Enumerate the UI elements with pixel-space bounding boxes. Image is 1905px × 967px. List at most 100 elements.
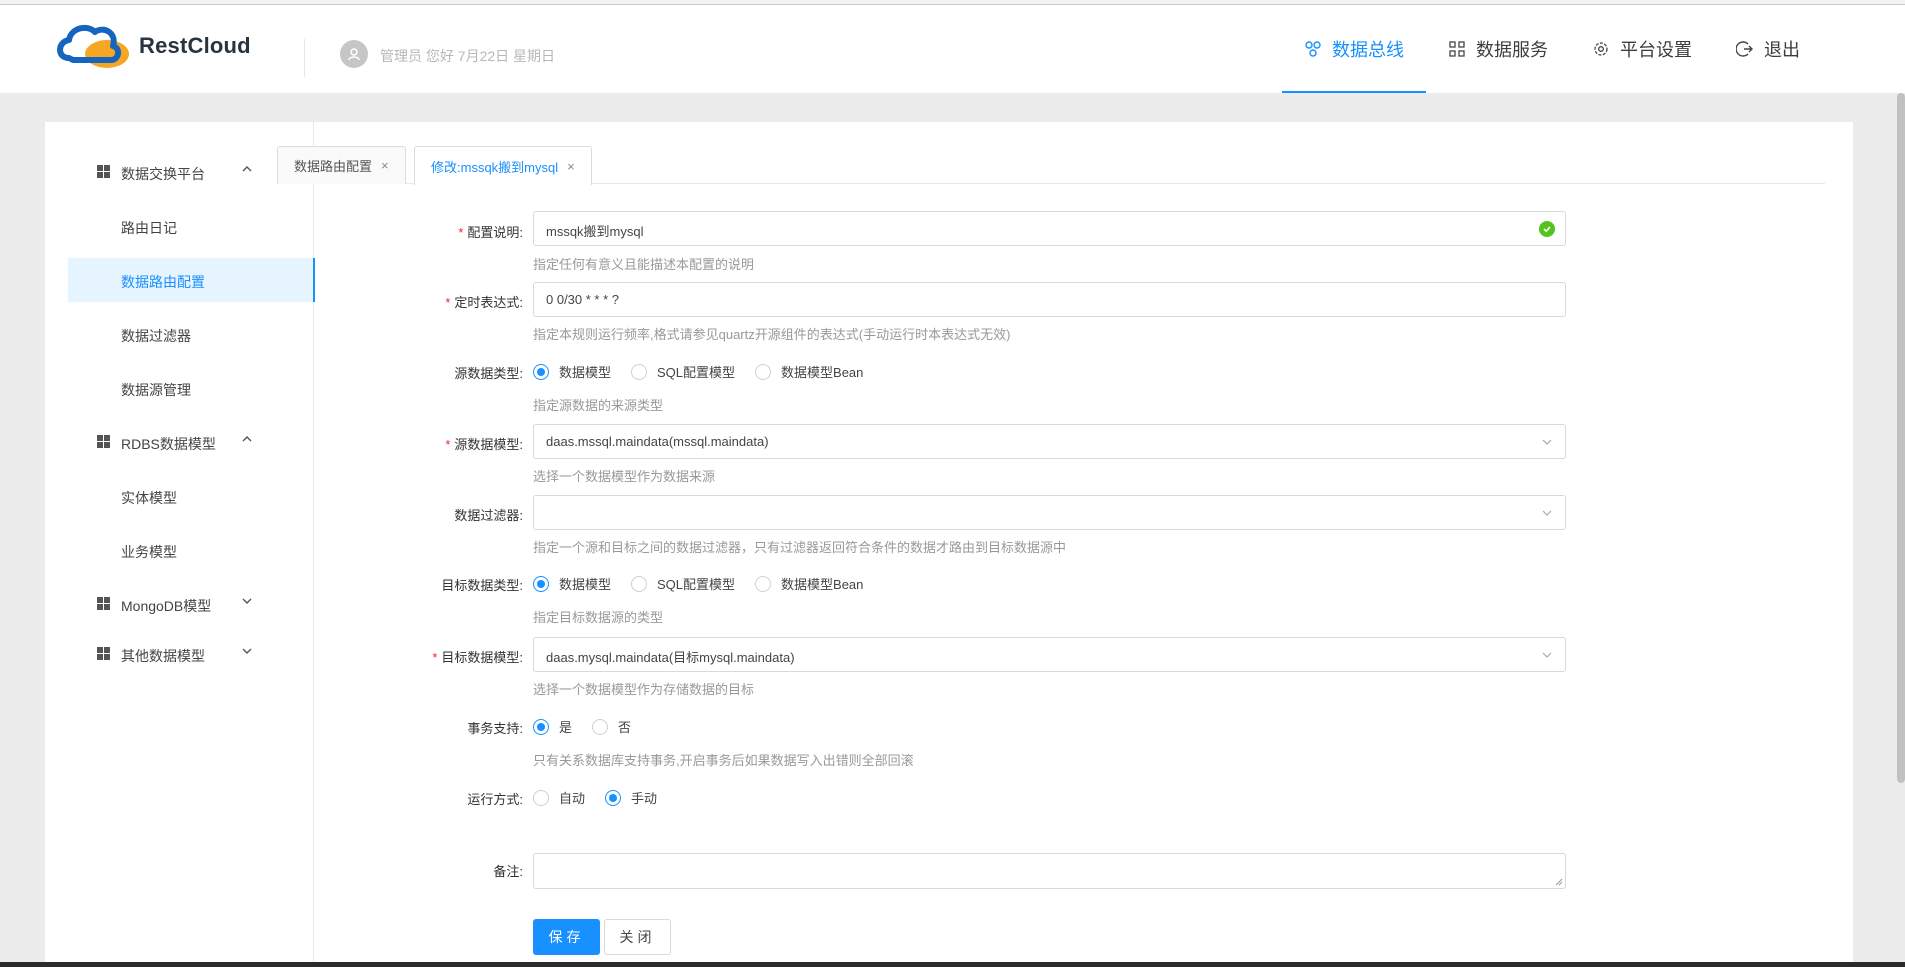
chevron-up-icon bbox=[242, 166, 252, 172]
sidebar-group-rdbs[interactable]: RDBS数据模型 bbox=[68, 422, 314, 462]
config-desc-input[interactable]: mssqk搬到mysql bbox=[533, 211, 1566, 246]
sidebar-group-label: 其他数据模型 bbox=[121, 648, 205, 664]
close-icon[interactable]: × bbox=[381, 158, 389, 173]
top-nav: 数据总线 数据服务 平台设置 退出 bbox=[1282, 5, 1822, 93]
grid-icon bbox=[97, 597, 110, 610]
sidebar-group-mongodb[interactable]: MongoDB模型 bbox=[68, 584, 314, 624]
target-type-help: 指定目标数据源的类型 bbox=[533, 610, 664, 625]
tab-edit-route[interactable]: 修改:mssqk搬到mysql × bbox=[414, 146, 592, 185]
gear-icon bbox=[1592, 40, 1610, 58]
welcome-text: 管理员 您好 7月22日 星期日 bbox=[380, 48, 556, 64]
cron-help: 指定本规则运行频率,格式请参见quartz开源组件的表达式(手动运行时本表达式无… bbox=[533, 327, 1011, 342]
radio-circle bbox=[533, 718, 549, 735]
logo[interactable]: RestCloud bbox=[55, 17, 255, 75]
remark-textarea[interactable] bbox=[533, 853, 1566, 889]
target-type-option-model[interactable]: 数据模型 bbox=[533, 574, 611, 593]
filter-help: 指定一个源和目标之间的数据过滤器，只有过滤器返回符合条件的数据才路由到目标数据源… bbox=[533, 540, 1067, 555]
target-type-option-sql[interactable]: SQL配置模型 bbox=[631, 574, 735, 593]
target-model-label: * 目标数据模型: bbox=[432, 650, 523, 665]
source-model-help: 选择一个数据模型作为数据来源 bbox=[533, 469, 716, 484]
source-type-option-model[interactable]: 数据模型 bbox=[533, 362, 611, 381]
config-desc-label: * 配置说明: bbox=[458, 225, 523, 240]
source-type-option-sql[interactable]: SQL配置模型 bbox=[631, 362, 735, 381]
window-bottom-border bbox=[0, 962, 1905, 967]
cloud-logo-icon bbox=[57, 24, 129, 68]
source-type-label: 源数据类型: bbox=[454, 366, 523, 381]
grid-icon bbox=[97, 435, 110, 448]
sidebar-item-datasource[interactable]: 数据源管理 bbox=[68, 366, 314, 410]
sidebar-item-entity-model[interactable]: 实体模型 bbox=[68, 474, 314, 518]
resize-handle-icon[interactable] bbox=[1555, 878, 1563, 886]
nav-platform-settings[interactable]: 平台设置 bbox=[1570, 5, 1714, 93]
chevron-down-icon bbox=[242, 598, 252, 604]
tab-route-config[interactable]: 数据路由配置 × bbox=[277, 146, 406, 184]
config-desc-help: 指定任何有意义且能描述本配置的说明 bbox=[533, 257, 755, 272]
tab-bar: 数据路由配置 × 修改:mssqk搬到mysql × bbox=[277, 146, 1825, 185]
header-divider bbox=[304, 39, 305, 77]
radio-circle bbox=[631, 575, 648, 592]
transaction-label: 事务支持: bbox=[467, 721, 523, 736]
target-type-label: 目标数据类型: bbox=[441, 578, 523, 593]
sidebar-item-label: 数据过滤器 bbox=[121, 328, 191, 344]
source-model-label: * 源数据模型: bbox=[445, 437, 523, 452]
input-value: mssqk搬到mysql bbox=[546, 224, 644, 239]
close-icon[interactable]: × bbox=[567, 159, 575, 174]
target-model-select[interactable]: daas.mysql.maindata(目标mysql.maindata) bbox=[533, 637, 1566, 672]
filter-select[interactable] bbox=[533, 495, 1566, 530]
chevron-down-icon bbox=[242, 648, 252, 654]
save-button[interactable]: 保存 bbox=[533, 919, 600, 955]
chevron-down-icon bbox=[1542, 510, 1552, 516]
cron-input[interactable]: 0 0/30 * * * ? bbox=[533, 282, 1566, 317]
close-button[interactable]: 关闭 bbox=[604, 919, 671, 955]
sidebar-group-label: 数据交换平台 bbox=[121, 166, 205, 182]
target-model-help: 选择一个数据模型作为存储数据的目标 bbox=[533, 682, 755, 697]
nav-label: 退出 bbox=[1764, 40, 1800, 60]
tab-label: 数据路由配置 bbox=[294, 159, 373, 174]
nav-data-bus[interactable]: 数据总线 bbox=[1282, 5, 1426, 93]
sidebar-group-other[interactable]: 其他数据模型 bbox=[68, 634, 314, 674]
nav-data-service[interactable]: 数据服务 bbox=[1426, 5, 1570, 93]
radio-circle bbox=[755, 575, 772, 592]
sidebar-group-label: RDBS数据模型 bbox=[121, 436, 216, 452]
sidebar-item-route-config[interactable]: 数据路由配置 bbox=[68, 258, 315, 302]
run-mode-option-manual[interactable]: 手动 bbox=[605, 788, 657, 807]
transaction-option-no[interactable]: 否 bbox=[592, 717, 631, 736]
filter-label: 数据过滤器: bbox=[454, 508, 523, 523]
chevron-down-icon bbox=[1542, 652, 1552, 658]
sidebar-item-label: 业务模型 bbox=[121, 544, 177, 560]
nav-label: 数据总线 bbox=[1332, 40, 1404, 60]
source-model-select[interactable]: daas.mssql.maindata(mssql.maindata) bbox=[533, 424, 1566, 459]
nav-logout[interactable]: 退出 bbox=[1714, 5, 1822, 93]
sidebar-item-data-filter[interactable]: 数据过滤器 bbox=[68, 312, 314, 356]
main-panel: 数据交换平台 路由日记 数据路由配置 数据过滤器 数据源管理 RDBS数据模型 … bbox=[45, 122, 1853, 967]
sidebar: 数据交换平台 路由日记 数据路由配置 数据过滤器 数据源管理 RDBS数据模型 … bbox=[68, 122, 315, 967]
run-mode-option-auto[interactable]: 自动 bbox=[533, 788, 585, 807]
cron-label: * 定时表达式: bbox=[445, 295, 523, 310]
run-mode-radio-group: 自动 手动 bbox=[533, 788, 677, 807]
logo-text: RestCloud bbox=[139, 33, 251, 58]
sidebar-item-business-model[interactable]: 业务模型 bbox=[68, 528, 314, 572]
logout-icon bbox=[1736, 40, 1754, 58]
run-mode-label: 运行方式: bbox=[467, 792, 523, 807]
check-circle-icon bbox=[1539, 221, 1555, 237]
select-value: daas.mysql.maindata(目标mysql.maindata) bbox=[546, 650, 795, 665]
bus-icon bbox=[1304, 40, 1322, 58]
avatar[interactable] bbox=[340, 40, 368, 68]
chevron-down-icon bbox=[1542, 439, 1552, 445]
radio-circle bbox=[533, 789, 549, 806]
input-value: 0 0/30 * * * ? bbox=[546, 292, 619, 307]
user-icon bbox=[348, 48, 360, 61]
sidebar-group-label: MongoDB模型 bbox=[121, 598, 212, 614]
radio-circle bbox=[631, 363, 648, 380]
sidebar-item-route-log[interactable]: 路由日记 bbox=[68, 204, 314, 248]
nav-label: 平台设置 bbox=[1620, 40, 1692, 60]
sidebar-item-label: 实体模型 bbox=[121, 490, 177, 506]
sidebar-item-label: 数据路由配置 bbox=[121, 274, 205, 290]
sidebar-item-label: 路由日记 bbox=[121, 220, 177, 236]
source-type-option-bean[interactable]: 数据模型Bean bbox=[755, 362, 863, 381]
transaction-help: 只有关系数据库支持事务,开启事务后如果数据写入出错则全部回滚 bbox=[533, 753, 914, 768]
transaction-option-yes[interactable]: 是 bbox=[533, 717, 572, 736]
page-scrollbar[interactable] bbox=[1897, 93, 1905, 783]
target-type-option-bean[interactable]: 数据模型Bean bbox=[755, 574, 863, 593]
tab-label: 修改:mssqk搬到mysql bbox=[431, 159, 559, 175]
